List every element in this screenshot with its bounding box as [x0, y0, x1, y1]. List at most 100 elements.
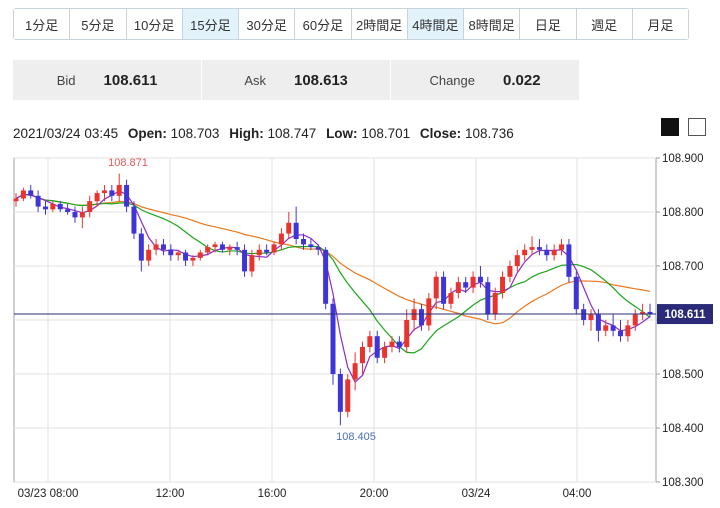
candle-body — [205, 247, 211, 253]
candle-body — [404, 320, 410, 347]
candle-body — [573, 276, 579, 310]
candle-body — [35, 195, 41, 207]
candle-body — [492, 293, 498, 315]
y-tick-label: 108.500 — [662, 369, 704, 381]
candle-body — [625, 325, 631, 337]
candle-body — [109, 190, 115, 196]
candle-body — [57, 203, 63, 210]
candle-body — [168, 249, 174, 256]
candle-body — [293, 222, 299, 239]
candle-body — [418, 309, 424, 326]
candle-body — [234, 247, 240, 250]
candle-body — [124, 185, 130, 207]
candlestick-chart: 108.900108.800108.700108.600108.500108.4… — [13, 153, 713, 500]
candle-body — [544, 249, 550, 256]
candle-body — [374, 336, 380, 358]
candle-body — [551, 249, 557, 256]
candle-body — [160, 244, 166, 250]
candle-body — [286, 222, 292, 234]
candle-body — [411, 309, 417, 320]
candle-body — [396, 341, 402, 347]
x-tick-label: 04:00 — [563, 488, 592, 500]
y-tick-label: 108.300 — [662, 477, 704, 489]
candle-body — [183, 252, 189, 261]
candle-body — [367, 336, 373, 347]
candle-body — [529, 247, 535, 250]
candle-body — [227, 247, 233, 250]
candle-body — [50, 203, 56, 210]
candle-body — [242, 249, 248, 272]
candle-body — [632, 314, 638, 326]
candle-body — [463, 282, 469, 288]
candle-body — [219, 244, 225, 250]
candle-body — [359, 347, 365, 364]
candle-body — [94, 193, 100, 202]
candle-body — [618, 330, 624, 337]
candle-body — [448, 293, 454, 304]
candle-body — [382, 347, 388, 358]
candle-body — [514, 255, 520, 266]
candle-body — [212, 244, 218, 248]
x-tick-label: 03/23 08:00 — [18, 488, 79, 500]
x-tick-label: 16:00 — [258, 488, 287, 500]
candle-body — [522, 249, 528, 256]
y-tick-label: 108.700 — [662, 261, 704, 273]
candle-body — [79, 212, 85, 218]
candle-body — [595, 314, 601, 331]
x-tick-label: 03/24 — [462, 488, 491, 500]
current-price-label: 108.611 — [665, 309, 707, 321]
candle-body — [455, 282, 461, 293]
candle-body — [101, 190, 107, 194]
candle-body — [138, 233, 144, 261]
candle-body — [175, 252, 181, 256]
candle-body — [87, 201, 93, 212]
candle-body — [500, 276, 506, 293]
y-tick-label: 108.400 — [662, 423, 704, 435]
candle-body — [116, 185, 122, 196]
candle-body — [249, 255, 255, 272]
candle-body — [581, 309, 587, 320]
candle-body — [146, 249, 152, 261]
candle-body — [485, 282, 491, 315]
x-tick-label: 12:00 — [156, 488, 185, 500]
candle-body — [190, 257, 196, 261]
candle-body — [308, 244, 314, 248]
candle-body — [507, 266, 513, 277]
x-tick-label: 20:00 — [360, 488, 389, 500]
candle-body — [470, 276, 476, 288]
candle-body — [566, 244, 572, 277]
y-tick-label: 108.800 — [662, 207, 704, 219]
candle-body — [441, 276, 447, 304]
candle-body — [131, 206, 137, 234]
candle-body — [345, 379, 351, 412]
candle-body — [588, 314, 594, 320]
candle-body — [337, 374, 343, 412]
low-annotation: 108.405 — [336, 431, 376, 443]
candle-body — [197, 252, 203, 258]
candle-body — [278, 233, 284, 245]
candle-body — [389, 341, 395, 347]
candle-body — [256, 249, 262, 256]
candle-body — [433, 276, 439, 299]
candle-body — [271, 244, 277, 253]
candle-body — [315, 247, 321, 250]
candle-body — [610, 325, 616, 331]
candle-body — [323, 249, 329, 304]
candle-body — [13, 198, 19, 202]
candle-body — [603, 325, 609, 331]
candle-body — [352, 363, 358, 380]
candle-body — [426, 298, 432, 326]
candle-body — [153, 244, 159, 250]
candle-body — [28, 190, 34, 196]
candle-body — [477, 276, 483, 283]
high-annotation: 108.871 — [108, 157, 148, 169]
candle-body — [65, 209, 71, 212]
candle-body — [20, 190, 26, 199]
candle-body — [264, 249, 270, 253]
candle-body — [72, 212, 78, 218]
candle-body — [559, 244, 565, 250]
y-tick-label: 108.900 — [662, 153, 704, 165]
candle-body — [536, 247, 542, 250]
candle-body — [42, 206, 48, 210]
candle-body — [301, 239, 307, 245]
